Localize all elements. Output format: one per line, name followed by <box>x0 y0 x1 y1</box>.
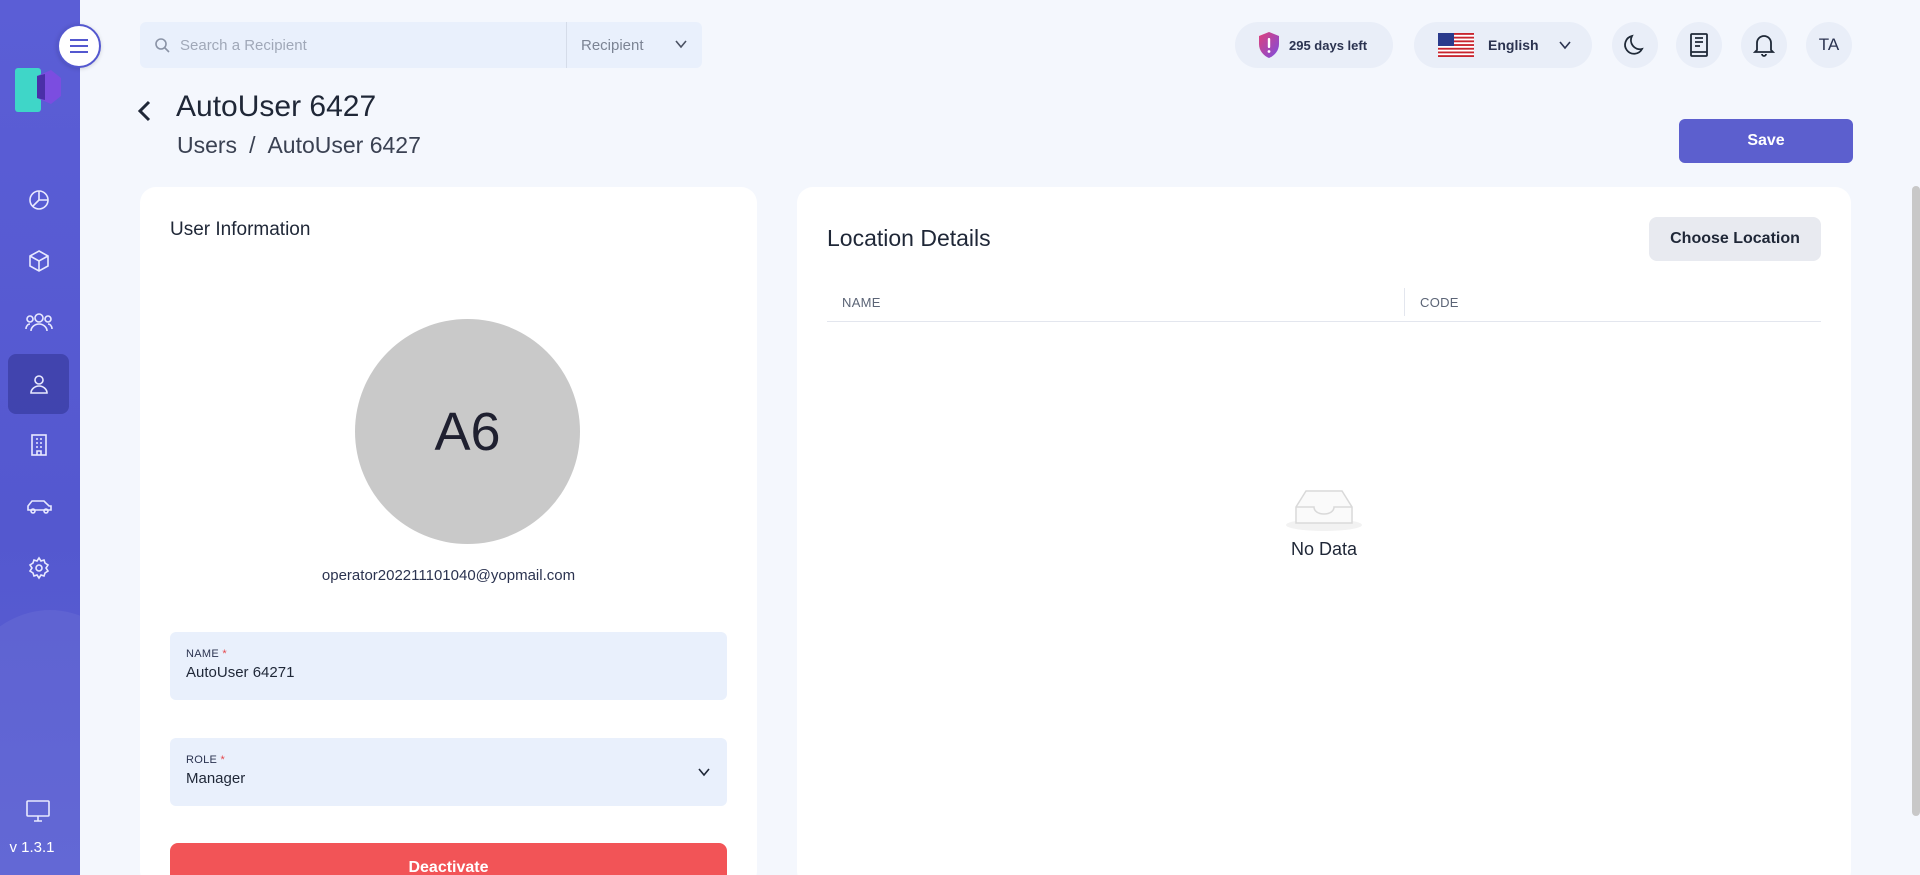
user-avatar-button[interactable]: TA <box>1806 22 1852 68</box>
sidebar-item-users[interactable] <box>8 354 69 414</box>
breadcrumb-users-link[interactable]: Users <box>177 132 237 159</box>
monitor-icon[interactable] <box>26 800 50 822</box>
location-table-header: NAME CODE <box>827 282 1821 322</box>
moon-icon <box>1624 34 1644 55</box>
chevron-down-icon <box>1559 41 1571 50</box>
sidebar-item-dashboard[interactable] <box>8 170 69 230</box>
page-title: AutoUser 6427 <box>176 90 377 123</box>
vehicle-icon <box>26 500 52 514</box>
shield-alert-icon <box>1259 32 1279 58</box>
chevron-down-icon <box>675 40 687 49</box>
building-icon <box>30 434 47 456</box>
search-bar: Recipient <box>140 22 702 68</box>
location-details-title: Location Details <box>827 225 991 251</box>
sidebar-item-packages[interactable] <box>8 231 69 291</box>
search-scope-value: Recipient <box>581 36 644 54</box>
breadcrumb-separator: / <box>249 132 256 158</box>
chevron-left-icon <box>137 100 151 122</box>
search-icon <box>155 38 170 53</box>
app-logo <box>15 68 61 112</box>
user-icon <box>29 375 48 394</box>
menu-toggle-button[interactable] <box>57 24 101 68</box>
language-value: English <box>1488 37 1539 53</box>
user-initials: TA <box>1818 35 1840 54</box>
package-icon <box>28 250 49 272</box>
avatar[interactable]: A6 <box>355 319 580 544</box>
empty-state-text: No Data <box>1290 539 1358 559</box>
empty-state: No Data <box>797 479 1851 560</box>
us-flag-icon <box>1438 33 1474 57</box>
location-details-card: Location Details Choose Location NAME CO… <box>797 187 1851 875</box>
deactivate-button[interactable]: Deactivate <box>170 843 727 875</box>
search-input[interactable] <box>180 36 560 54</box>
sidebar-item-vehicles[interactable] <box>8 476 69 536</box>
name-field[interactable]: NAME * <box>170 632 727 700</box>
role-select[interactable]: ROLE * Manager <box>170 738 727 806</box>
role-value: Manager <box>186 770 246 787</box>
breadcrumb: Users / AutoUser 6427 <box>177 132 421 159</box>
choose-location-button[interactable]: Choose Location <box>1649 217 1821 261</box>
name-input[interactable] <box>186 664 686 681</box>
user-email: operator202211101040@yopmail.com <box>321 567 576 584</box>
column-header-name[interactable]: NAME <box>827 288 1405 316</box>
hamburger-icon <box>70 39 88 53</box>
notifications-button[interactable] <box>1741 22 1787 68</box>
name-field-label: NAME * <box>186 648 227 660</box>
sidebar-decoration <box>0 610 80 875</box>
license-days-left: 295 days left <box>1289 37 1368 53</box>
sidebar-item-buildings[interactable] <box>8 415 69 475</box>
recipients-icon <box>24 313 53 332</box>
settings-icon <box>28 556 49 580</box>
app-version: v 1.3.1 <box>9 839 55 856</box>
column-header-code[interactable]: CODE <box>1405 282 1459 322</box>
page-scrollbar[interactable] <box>1912 186 1920 816</box>
dark-mode-toggle[interactable] <box>1612 22 1658 68</box>
user-information-card: User Information A6 operator202211101040… <box>140 187 757 875</box>
user-information-title: User Information <box>170 219 311 240</box>
chevron-down-icon <box>698 768 710 777</box>
sidebar: v 1.3.1 <box>0 0 80 875</box>
license-status[interactable]: 295 days left <box>1235 22 1393 68</box>
language-select[interactable]: English <box>1414 22 1592 68</box>
save-button[interactable]: Save <box>1679 119 1853 163</box>
sidebar-item-settings[interactable] <box>8 538 69 598</box>
bell-icon <box>1753 35 1775 57</box>
documentation-button[interactable] <box>1676 22 1722 68</box>
search-scope-select[interactable]: Recipient <box>566 22 702 68</box>
empty-inbox-icon <box>1286 490 1362 531</box>
breadcrumb-current: AutoUser 6427 <box>267 132 421 158</box>
role-field-label: ROLE * <box>186 754 226 766</box>
back-button[interactable] <box>136 96 158 126</box>
dashboard-icon <box>28 190 49 210</box>
sidebar-item-recipients[interactable] <box>8 292 69 352</box>
book-icon <box>1690 33 1708 57</box>
